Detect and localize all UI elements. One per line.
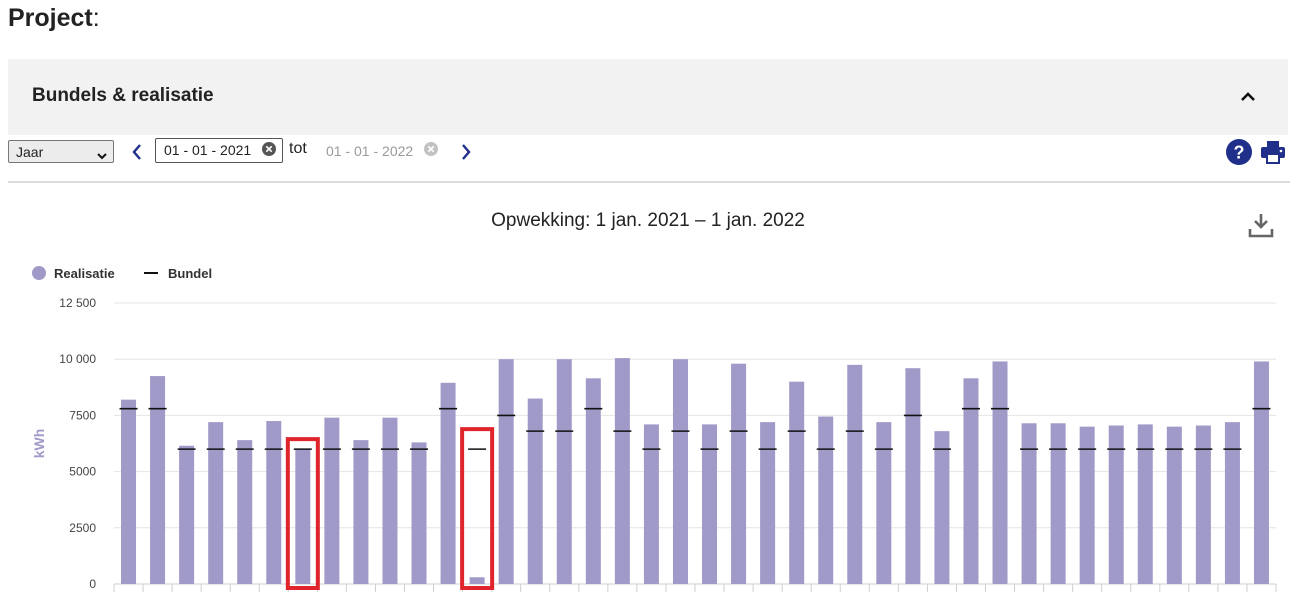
chevron-down-icon: [96, 146, 108, 169]
bar-realisatie: [818, 416, 834, 584]
bar-realisatie: [614, 358, 630, 584]
bar-realisatie: [905, 368, 921, 584]
bar-realisatie: [934, 431, 950, 584]
bar-realisatie: [208, 422, 224, 584]
print-icon[interactable]: [1260, 139, 1286, 165]
help-icon[interactable]: ?: [1226, 139, 1252, 165]
y-axis-label: kWh: [31, 429, 47, 459]
bar-chart: 0 2500 5000 7500 10 000 12 500 kWh: [31, 296, 1277, 592]
bar-realisatie: [295, 449, 311, 584]
y-tick-label: 0: [89, 577, 96, 591]
bar-realisatie: [353, 440, 369, 584]
bar-realisatie: [469, 577, 485, 584]
y-tick-label: 2500: [69, 521, 96, 535]
bar-realisatie: [179, 445, 195, 584]
chevron-up-icon[interactable]: [1236, 85, 1260, 109]
y-tick-label: 10 000: [59, 352, 96, 366]
bar-realisatie: [672, 359, 688, 584]
y-tick-label: 12 500: [59, 296, 96, 310]
bar-realisatie: [121, 399, 137, 584]
page-title: Project:: [8, 4, 100, 32]
bar-realisatie: [324, 417, 340, 584]
bar-realisatie: [1079, 426, 1095, 584]
legend-item-bundel[interactable]: Bundel: [144, 266, 212, 281]
panel-header[interactable]: Bundels & realisatie: [8, 59, 1288, 135]
bar-realisatie: [1050, 423, 1066, 584]
bar-realisatie: [266, 421, 282, 584]
svg-text:?: ?: [1234, 143, 1245, 163]
date-to-input[interactable]: 01 - 01 - 2022: [326, 143, 413, 159]
bar-realisatie: [789, 381, 805, 584]
bar-realisatie: [237, 440, 253, 584]
bar-realisatie: [731, 363, 747, 584]
panel-title: Bundels & realisatie: [32, 85, 214, 106]
legend-bundel-marker: [144, 272, 158, 274]
bar-realisatie: [992, 361, 1008, 584]
highlight-box: [460, 427, 495, 590]
bar-realisatie: [440, 382, 456, 584]
tot-label: tot: [289, 140, 307, 157]
bar-realisatie: [527, 398, 543, 584]
bar-realisatie: [760, 422, 776, 584]
chart-title: Opwekking: 1 jan. 2021 – 1 jan. 2022: [491, 210, 805, 231]
divider: [8, 181, 1290, 183]
chevron-left-icon[interactable]: [128, 141, 146, 163]
legend-realisatie-label: Realisatie: [54, 266, 115, 281]
download-icon[interactable]: [1248, 212, 1274, 238]
bar-realisatie: [411, 442, 427, 584]
chevron-right-icon[interactable]: [457, 141, 475, 163]
bar-realisatie: [382, 417, 398, 584]
clear-icon[interactable]: [262, 142, 276, 156]
y-tick-label: 7500: [69, 408, 96, 422]
bar-realisatie: [847, 364, 863, 584]
toolbar: Jaar 01 - 01 - 2021 tot 01 - 01 - 2022 ?: [8, 137, 1288, 167]
date-from-value: 01 - 01 - 2021: [164, 142, 252, 158]
bar-realisatie: [556, 359, 572, 584]
bar-realisatie: [1166, 426, 1182, 584]
clear-icon[interactable]: [424, 142, 438, 156]
bar-realisatie: [876, 422, 892, 584]
legend-bundel-label: Bundel: [168, 266, 213, 281]
y-tick-label: 5000: [69, 465, 96, 479]
bar-realisatie: [150, 376, 166, 584]
period-select-value: Jaar: [16, 144, 44, 160]
bar-realisatie: [498, 359, 514, 584]
bar-realisatie: [1021, 423, 1037, 584]
period-select[interactable]: Jaar: [8, 140, 114, 163]
bar-realisatie: [1253, 361, 1269, 584]
legend-realisatie-marker: [32, 266, 46, 280]
legend-item-realisatie[interactable]: Realisatie: [32, 266, 115, 281]
bar-realisatie: [1224, 422, 1240, 584]
